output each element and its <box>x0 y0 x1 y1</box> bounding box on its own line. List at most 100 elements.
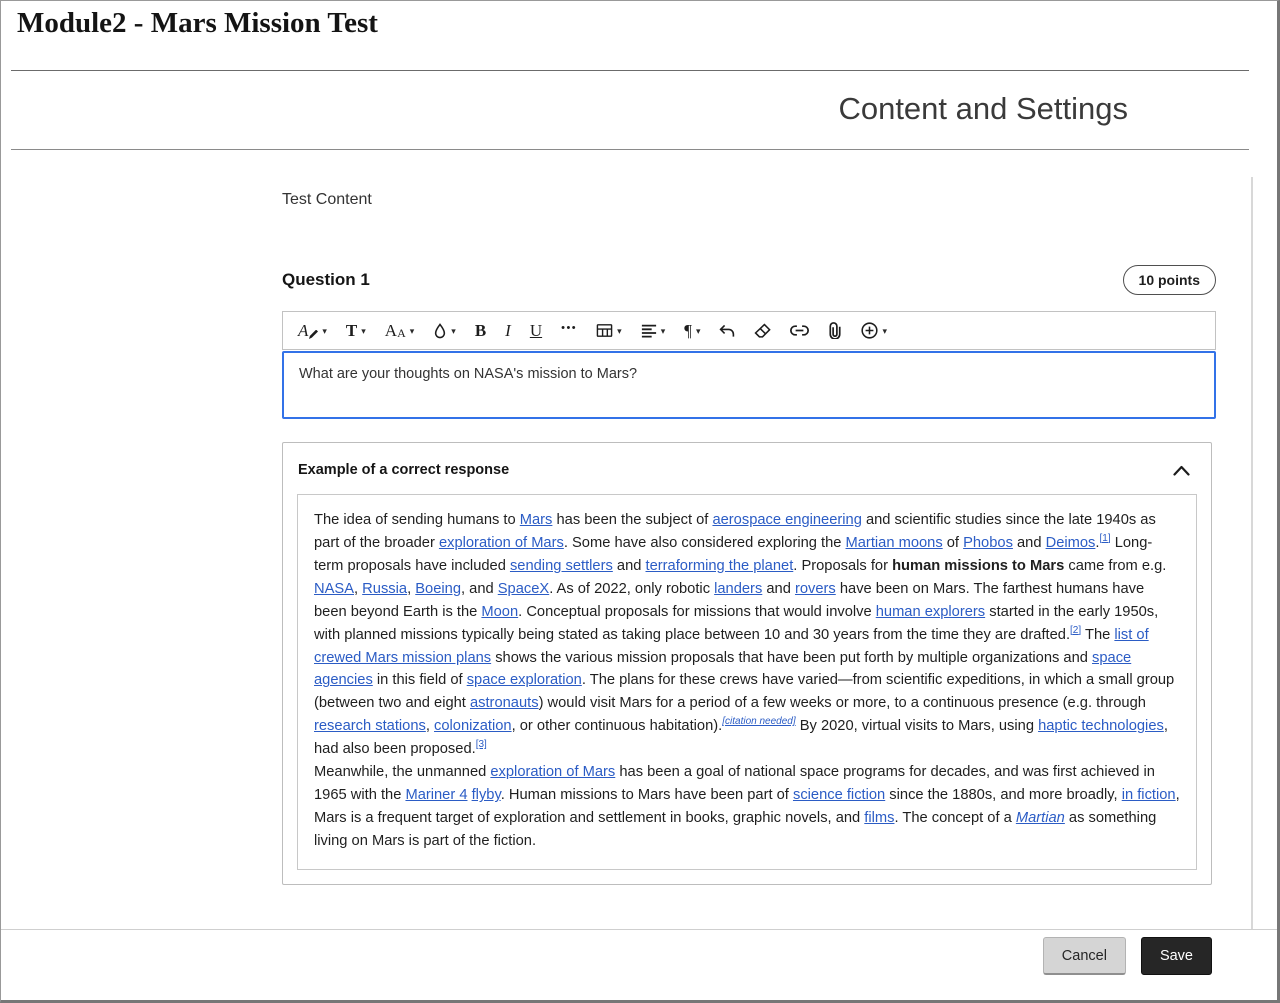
inline-link[interactable]: exploration of Mars <box>490 764 615 780</box>
paragraph-button[interactable]: ¶▾ <box>675 316 709 346</box>
example-response-header[interactable]: Example of a correct response <box>297 457 1197 494</box>
cancel-button[interactable]: Cancel <box>1043 937 1126 975</box>
table-icon <box>596 323 613 338</box>
link-icon <box>790 324 809 337</box>
inline-link[interactable]: terraforming the planet <box>646 558 794 574</box>
text-segment: The idea of sending humans to <box>314 512 520 528</box>
highlight-button[interactable]: ▾ <box>424 316 465 346</box>
citation-link[interactable]: [2] <box>1070 625 1081 636</box>
content-and-settings-page: Module2 - Mars Mission Test Content and … <box>0 0 1280 1003</box>
text-segment: . Some have also considered exploring th… <box>564 535 846 551</box>
undo-icon <box>719 324 735 338</box>
inline-link[interactable]: Deimos <box>1046 535 1096 551</box>
caret-down-icon: ▾ <box>617 326 622 337</box>
eraser-icon <box>754 323 771 338</box>
inline-link[interactable]: Mars <box>520 512 553 528</box>
font-size-icon: AA <box>385 322 406 339</box>
text-segment: . Conceptual proposals for missions that… <box>518 604 876 620</box>
response-paragraph: The idea of sending humans to Mars has b… <box>314 509 1180 761</box>
bold-icon: B <box>475 322 486 339</box>
superscript-citation: [1] <box>1099 533 1110 544</box>
inline-link[interactable]: aerospace engineering <box>712 512 861 528</box>
align-button[interactable]: ▾ <box>632 316 675 346</box>
underline-button[interactable]: U <box>521 316 551 346</box>
undo-button[interactable] <box>710 316 744 346</box>
eraser-button[interactable] <box>745 316 780 346</box>
scrollbar[interactable] <box>1251 177 1253 929</box>
insert-button[interactable]: ▾ <box>852 316 896 346</box>
text-segment: Meanwhile, the unmanned <box>314 764 490 780</box>
italic-button[interactable]: I <box>496 316 520 346</box>
attachment-icon <box>828 322 842 339</box>
example-response-text: The idea of sending humans to Mars has b… <box>297 494 1197 870</box>
content-label: Test Content <box>282 191 1216 209</box>
inline-link[interactable]: Mariner 4 <box>405 787 467 803</box>
editor-toolbar: A▾T▾AA▾▾BIU•••▾▾¶▾▾ <box>282 311 1216 350</box>
citation-link[interactable]: [1] <box>1099 533 1110 544</box>
font-size-button[interactable]: AA ▾ <box>376 316 423 346</box>
inline-link[interactable]: Russia <box>362 581 407 597</box>
text-segment: in this field of <box>373 672 467 688</box>
text-segment: , <box>354 581 362 597</box>
citation-link[interactable]: [3] <box>476 739 487 750</box>
inline-link[interactable]: rovers <box>795 581 836 597</box>
inline-link[interactable]: landers <box>714 581 762 597</box>
inline-link[interactable]: in fiction <box>1122 787 1176 803</box>
inline-link[interactable]: Phobos <box>963 535 1013 551</box>
text-segment: By 2020, virtual visits to Mars, using <box>796 718 1038 734</box>
highlight-icon <box>433 323 447 339</box>
inline-link[interactable]: science fiction <box>793 787 885 803</box>
response-paragraph: Meanwhile, the unmanned exploration of M… <box>314 761 1180 853</box>
font-button[interactable]: T▾ <box>337 316 375 346</box>
chevron-up-icon <box>1173 465 1195 476</box>
question-text-input[interactable]: What are your thoughts on NASA's mission… <box>282 351 1216 419</box>
inline-link[interactable]: Martian moons <box>846 535 943 551</box>
inline-link[interactable]: colonization <box>434 718 512 734</box>
font-icon: T <box>346 322 357 339</box>
inline-link[interactable]: flyby <box>472 787 501 803</box>
text-segment: and <box>1013 535 1046 551</box>
page-title: Module2 - Mars Mission Test <box>17 7 378 40</box>
inline-link[interactable]: Boeing <box>415 581 461 597</box>
caret-down-icon: ▾ <box>410 326 415 337</box>
text-segment: , or other continuous habitation). <box>512 718 723 734</box>
text-color-button[interactable]: A▾ <box>289 316 336 346</box>
underline-icon: U <box>530 322 542 339</box>
inline-link[interactable]: human explorers <box>876 604 985 620</box>
caret-down-icon: ▾ <box>451 326 456 337</box>
text-segment: has been the subject of <box>552 512 712 528</box>
points-badge: 10 points <box>1123 265 1216 295</box>
link-button[interactable] <box>781 316 818 346</box>
inline-link[interactable]: haptic technologies <box>1038 718 1164 734</box>
table-button[interactable]: ▾ <box>587 316 631 346</box>
text-segment: The <box>1081 627 1114 643</box>
inline-link[interactable]: NASA <box>314 581 354 597</box>
caret-down-icon: ▾ <box>882 326 887 337</box>
example-response-title: Example of a correct response <box>298 462 509 478</box>
text-segment: came from e.g. <box>1064 558 1166 574</box>
text-segment: and <box>613 558 646 574</box>
text-segment: . Human missions to Mars have been part … <box>501 787 793 803</box>
citation-link[interactable]: [citation needed] <box>722 716 795 727</box>
superscript-citation: [citation needed] <box>722 716 795 727</box>
inline-link[interactable]: Martian <box>1016 810 1065 826</box>
inline-link[interactable]: sending settlers <box>510 558 613 574</box>
more-button[interactable]: ••• <box>552 316 586 346</box>
save-button[interactable]: Save <box>1141 937 1212 975</box>
text-segment: ) would visit Mars for a period of a few… <box>539 695 1146 711</box>
attachment-button[interactable] <box>819 316 851 346</box>
inline-link[interactable]: SpaceX <box>498 581 549 597</box>
text-color-icon: A <box>298 322 318 339</box>
inline-link[interactable]: exploration of Mars <box>439 535 564 551</box>
text-segment: , and <box>461 581 498 597</box>
text-segment: . The concept of a <box>894 810 1015 826</box>
inline-link[interactable]: films <box>864 810 894 826</box>
inline-link[interactable]: Moon <box>481 604 518 620</box>
align-icon <box>641 324 657 338</box>
inline-link[interactable]: research stations <box>314 718 426 734</box>
caret-down-icon: ▾ <box>322 326 327 337</box>
inline-link[interactable]: astronauts <box>470 695 539 711</box>
inline-link[interactable]: space exploration <box>467 672 582 688</box>
bold-button[interactable]: B <box>466 316 495 346</box>
more-icon: ••• <box>561 325 577 336</box>
